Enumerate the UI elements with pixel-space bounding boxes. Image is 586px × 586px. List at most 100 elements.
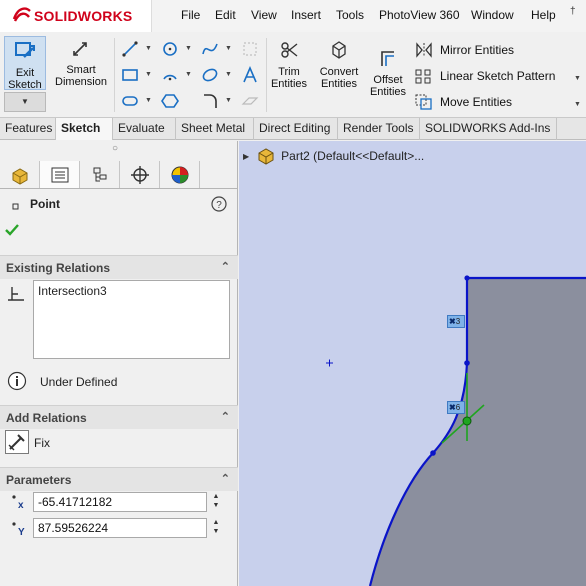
fillet-dropdown-icon[interactable]: ▼ [225,97,232,104]
existing-relations-list[interactable]: Intersection3 [33,280,230,359]
menu-view[interactable]: View [251,8,277,22]
sketch-point-top [464,275,470,281]
tab-direct-editing[interactable]: Direct Editing [254,118,338,140]
origin-marker [326,359,333,367]
tab-sketch[interactable]: Sketch [56,118,113,140]
existing-relations-title: Existing Relations [6,261,111,275]
svg-text:Y: Y [18,527,25,538]
y-coordinate-icon: Y [10,520,28,541]
rectangle-dropdown-icon[interactable]: ▼ [145,71,152,78]
smart-dimension-icon [50,40,112,61]
tab-sheet-metal[interactable]: Sheet Metal [176,118,254,140]
tab-render-tools[interactable]: Render Tools [338,118,420,140]
ok-checkmark-icon[interactable] [4,222,20,241]
circle-dropdown-icon[interactable]: ▼ [185,45,192,52]
info-icon [7,371,27,394]
convert-label-2: Entities [320,78,358,90]
displaymanager-tab[interactable] [160,161,200,188]
command-tabs: Features Sketch Evaluate Sheet Metal Dir… [0,118,586,140]
arc-icon[interactable] [158,64,182,86]
sketch-point-mid [464,360,470,366]
point-bullet-icon [12,200,20,210]
menu-window[interactable]: Window [471,8,514,22]
featuremanager-icon [12,167,27,185]
menu-tools[interactable]: Tools [336,8,364,22]
smart-dimension-button[interactable]: Smart Dimension [50,40,112,88]
list-item[interactable]: Intersection3 [38,284,225,298]
sketch-fillet-icon[interactable] [198,90,222,112]
graphics-area[interactable]: ▶ Part2 (Default<<Default>... ✖3 ✖6 [239,141,586,586]
sketch-dropdown-button[interactable]: ▼ [4,92,46,112]
fix-label: Fix [34,436,50,450]
property-title: Point [30,197,60,211]
move-entities-label: Move Entities [440,95,513,109]
collapse-chevron-icon[interactable]: ⌃ [221,472,230,485]
mirror-entities-label: Mirror Entities [440,43,515,57]
linear-sketch-pattern-button[interactable]: Linear Sketch Pattern [414,66,555,86]
menu-photoview[interactable]: PhotoView 360 [379,8,460,22]
ellipse-dropdown-icon[interactable]: ▼ [225,71,232,78]
y-spinner[interactable]: ▲ ▼ [209,518,223,538]
move-entities-button[interactable]: Move Entities [414,92,512,112]
tab-solidworks-addins[interactable]: SOLIDWORKS Add-Ins [420,118,557,140]
exit-sketch-button[interactable]: Exit Sketch [4,36,46,91]
arc-dropdown-icon[interactable]: ▼ [185,71,192,78]
ds-logo-icon [12,5,32,27]
text-icon[interactable] [238,64,262,86]
configurationmanager-tab[interactable] [80,161,120,188]
convert-entities-icon [314,40,364,63]
collapse-chevron-icon[interactable]: ⌃ [221,260,230,273]
featuremanager-tab[interactable] [0,161,40,188]
smart-dimension-label-2: Dimension [55,76,107,88]
trim-entities-button[interactable]: Trim Entities [268,40,310,90]
smart-dimension-label-1: Smart [66,64,96,76]
tab-evaluate[interactable]: Evaluate [113,118,176,140]
propertymanager-tab[interactable] [40,161,80,188]
x-coordinate-field[interactable]: -65.41712182 [33,492,207,512]
x-coordinate-icon: x [10,493,28,514]
slot-dropdown-icon[interactable]: ▼ [145,97,152,104]
pattern-dropdown-icon[interactable]: ▼ [574,75,581,82]
pin-icon[interactable]: † [570,6,576,17]
y-coordinate-field[interactable]: 87.59526224 [33,518,207,538]
relation-tag-number: 3 [455,317,461,326]
x-spinner[interactable]: ▲ ▼ [209,492,223,512]
tab-features[interactable]: Features [0,118,56,140]
relation-tag-3[interactable]: ✖3 [447,315,465,328]
menu-help[interactable]: Help [531,8,556,22]
fix-relation-button[interactable] [5,430,29,454]
configuration-icon [93,167,106,181]
spline-icon[interactable] [198,38,222,60]
line-dropdown-icon[interactable]: ▼ [145,45,152,52]
ellipse-icon[interactable] [198,64,222,86]
polygon-icon[interactable] [158,90,182,112]
menu-insert[interactable]: Insert [291,8,321,22]
move-dropdown-icon[interactable]: ▼ [574,101,581,108]
relation-tag-6[interactable]: ✖6 [447,401,465,414]
slot-icon[interactable] [118,90,142,112]
existing-relations-header[interactable]: Existing Relations ⌃ [0,255,238,279]
dimxpert-tab[interactable] [120,161,160,188]
line-icon[interactable] [118,38,142,60]
rectangle-icon[interactable] [118,64,142,86]
parameters-header[interactable]: Parameters ⌃ [0,467,238,491]
panel-splitter-handle[interactable]: ○ [112,143,118,154]
mirror-entities-button[interactable]: Mirror Entities [414,40,514,60]
svg-text:?: ? [216,200,222,211]
help-icon[interactable]: ? [211,196,227,215]
solidworks-logo[interactable]: SOLIDWORKS [0,0,152,32]
menu-edit[interactable]: Edit [215,8,236,22]
ribbon-separator [114,38,115,112]
convert-entities-button[interactable]: Convert Entities [314,40,364,90]
manager-tabs [0,161,238,189]
add-relations-header[interactable]: Add Relations ⌃ [0,405,238,429]
logo-text: SOLIDWORKS [34,8,133,24]
relation-type-icon [6,284,26,307]
mirror-entities-icon [414,42,434,58]
spline-dropdown-icon[interactable]: ▼ [225,45,232,52]
menu-file[interactable]: File [181,8,200,22]
circle-icon[interactable] [158,38,182,60]
offset-label-2: Entities [369,86,407,98]
offset-entities-button[interactable]: Offset Entities [366,48,410,98]
collapse-chevron-icon[interactable]: ⌃ [221,410,230,423]
